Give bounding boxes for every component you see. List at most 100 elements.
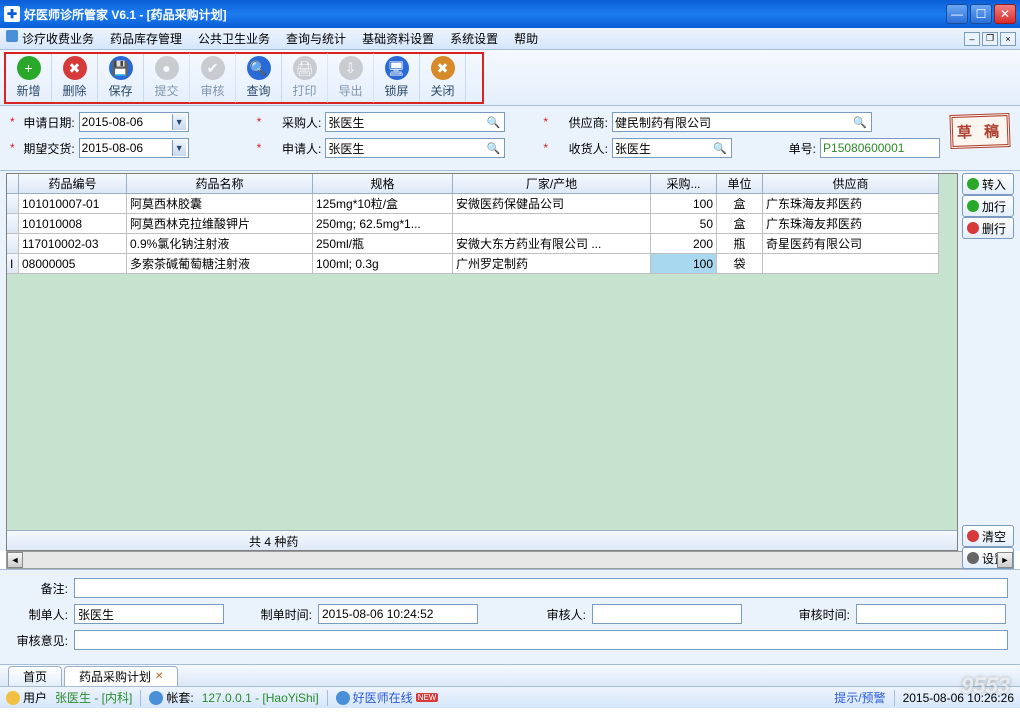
grid-footer: 共 4 种药 bbox=[7, 530, 957, 550]
toolbar-审核: ✔审核 bbox=[190, 53, 236, 103]
toolbar-打印: 🖨打印 bbox=[282, 53, 328, 103]
mdi-close-button[interactable]: × bbox=[1000, 32, 1016, 46]
tab-home[interactable]: 首页 bbox=[8, 666, 62, 686]
mdi-restore-button[interactable]: ❐ bbox=[982, 32, 998, 46]
grid-summary: 共 4 种药 bbox=[247, 531, 300, 550]
side-icon bbox=[967, 222, 979, 234]
table-row[interactable]: 101010008阿莫西林克拉维酸钾片250mg; 62.5mg*1...50盒… bbox=[7, 214, 957, 234]
lookup-icon: 🔍 bbox=[711, 142, 729, 155]
toolbar-icon: ✖ bbox=[431, 56, 455, 80]
table-row[interactable]: 101010007-01阿莫西林胶囊125mg*10粒/盒安微医药保健品公司10… bbox=[7, 194, 957, 214]
apply-date-combo[interactable]: 2015-08-06▼ bbox=[79, 112, 189, 132]
window-title: 好医师诊所管家 V6.1 - [药品采购计划] bbox=[24, 6, 946, 23]
lookup-icon: 🔍 bbox=[851, 116, 869, 129]
orderno-field[interactable]: P15080600001 bbox=[820, 138, 940, 158]
menubar: 诊疗收费业务 药品库存管理 公共卫生业务 查询与统计 基础资料设置 系统设置 帮… bbox=[0, 28, 1020, 50]
side-转入[interactable]: 转入 bbox=[962, 173, 1014, 195]
menu-item[interactable]: 系统设置 bbox=[442, 28, 506, 49]
side-加行[interactable]: 加行 bbox=[962, 195, 1014, 217]
table-row[interactable]: 117010002-030.9%氯化钠注射液250ml/瓶安微大东方药业有限公司… bbox=[7, 234, 957, 254]
bottom-form: 备注: 制单人: 张医生 制单时间: 2015-08-06 10:24:52 审… bbox=[0, 569, 1020, 664]
menu-item[interactable]: 帮助 bbox=[506, 28, 546, 49]
creator-label: 制单人: bbox=[12, 606, 68, 623]
toolbar-关闭[interactable]: ✖关闭 bbox=[420, 53, 466, 103]
table-row[interactable]: I08000005多索茶碱葡萄糖注射液100ml; 0.3g广州罗定制药100袋 bbox=[7, 254, 957, 274]
user-icon bbox=[6, 691, 20, 705]
auditor-label: 审核人: bbox=[530, 606, 586, 623]
menu-item[interactable]: 基础资料设置 bbox=[354, 28, 442, 49]
menu-item[interactable]: 诊疗收费业务 bbox=[4, 28, 102, 49]
toolbar-icon: 🖨 bbox=[293, 56, 317, 80]
toolbar-提交: ●提交 bbox=[144, 53, 190, 103]
close-button[interactable]: ✕ bbox=[994, 4, 1016, 24]
scroll-right-button[interactable]: ► bbox=[997, 552, 1013, 568]
lookup-icon: 🔍 bbox=[485, 142, 503, 155]
tab-close-icon[interactable]: ✕ bbox=[155, 671, 163, 682]
menu-item[interactable]: 查询与统计 bbox=[278, 28, 354, 49]
minimize-button[interactable]: — bbox=[946, 4, 968, 24]
expect-combo[interactable]: 2015-08-06▼ bbox=[79, 138, 189, 158]
remark-input[interactable] bbox=[74, 578, 1008, 598]
side-清空[interactable]: 清空 bbox=[962, 525, 1014, 547]
data-grid[interactable]: 药品编号 药品名称 规格 厂家/产地 采购... 单位 供应商 10101000… bbox=[6, 173, 958, 551]
status-bar: 用户 张医生 - [内科] 帐套: 127.0.0.1 - [HaoYiShi]… bbox=[0, 686, 1020, 708]
toolbar-icon: + bbox=[17, 56, 41, 80]
toolbar-新增[interactable]: +新增 bbox=[6, 53, 52, 103]
alert-link[interactable]: 提示/预警 bbox=[834, 689, 885, 706]
toolbar-icon: 🔍 bbox=[247, 56, 271, 80]
toolbar-锁屏[interactable]: 🖥锁屏 bbox=[374, 53, 420, 103]
opinion-label: 审核意见: bbox=[12, 632, 68, 649]
dropdown-icon: ▼ bbox=[172, 140, 186, 156]
expect-label: 期望交货: bbox=[19, 140, 75, 157]
orderno-label: 单号: bbox=[760, 140, 816, 157]
toolbar-icon: 💾 bbox=[109, 56, 133, 80]
mdi-minimize-button[interactable]: – bbox=[964, 32, 980, 46]
receiver-label: 收货人: bbox=[552, 140, 608, 157]
side-icon bbox=[967, 178, 979, 190]
receiver-combo[interactable]: 张医生🔍 bbox=[612, 138, 732, 158]
menu-item[interactable]: 药品库存管理 bbox=[102, 28, 190, 49]
tabs-bar: 首页 药品采购计划✕ bbox=[0, 664, 1020, 686]
toolbar-icon: 🖥 bbox=[385, 56, 409, 80]
supplier-label: 供应商: bbox=[552, 114, 608, 131]
tab-purchase-plan[interactable]: 药品采购计划✕ bbox=[64, 666, 178, 686]
remark-label: 备注: bbox=[12, 580, 68, 597]
toolbar-icon: ● bbox=[155, 56, 179, 80]
toolbar-保存[interactable]: 💾保存 bbox=[98, 53, 144, 103]
maximize-button[interactable]: ☐ bbox=[970, 4, 992, 24]
titlebar: ✚ 好医师诊所管家 V6.1 - [药品采购计划] — ☐ ✕ bbox=[0, 0, 1020, 28]
draft-stamp: 草 稿 bbox=[949, 113, 1010, 149]
online-link[interactable]: 好医师在线NEW bbox=[336, 689, 439, 706]
toolbar: +新增✖删除💾保存●提交✔审核🔍查询🖨打印⇩导出🖥锁屏✖关闭 bbox=[0, 50, 1020, 106]
applicant-label: 申请人: bbox=[265, 140, 321, 157]
side-buttons: 转入加行删行 清空设置 bbox=[958, 173, 1014, 551]
create-time-label: 制单时间: bbox=[256, 606, 312, 623]
supplier-combo[interactable]: 健民制药有限公司🔍 bbox=[612, 112, 872, 132]
creator-input[interactable]: 张医生 bbox=[74, 604, 224, 624]
toolbar-导出: ⇩导出 bbox=[328, 53, 374, 103]
create-time-input[interactable]: 2015-08-06 10:24:52 bbox=[318, 604, 478, 624]
dropdown-icon: ▼ bbox=[172, 114, 186, 130]
toolbar-icon: ⇩ bbox=[339, 56, 363, 80]
applicant-combo[interactable]: 张医生🔍 bbox=[325, 138, 505, 158]
buyer-label: 采购人: bbox=[265, 114, 321, 131]
menu-item[interactable]: 公共卫生业务 bbox=[190, 28, 278, 49]
side-删行[interactable]: 删行 bbox=[962, 217, 1014, 239]
grid-header: 药品编号 药品名称 规格 厂家/产地 采购... 单位 供应商 bbox=[7, 174, 957, 194]
scroll-left-button[interactable]: ◄ bbox=[7, 552, 23, 568]
lookup-icon: 🔍 bbox=[485, 116, 503, 129]
buyer-combo[interactable]: 张医生🔍 bbox=[325, 112, 505, 132]
side-icon bbox=[967, 552, 979, 564]
opinion-input[interactable] bbox=[74, 630, 1008, 650]
horizontal-scrollbar[interactable]: ◄ ► bbox=[6, 551, 1014, 569]
toolbar-icon: ✔ bbox=[201, 56, 225, 80]
globe-icon bbox=[336, 691, 350, 705]
toolbar-删除[interactable]: ✖删除 bbox=[52, 53, 98, 103]
app-icon: ✚ bbox=[4, 6, 20, 22]
auditor-input[interactable] bbox=[592, 604, 742, 624]
audit-time-label: 审核时间: bbox=[794, 606, 850, 623]
toolbar-查询[interactable]: 🔍查询 bbox=[236, 53, 282, 103]
account-icon bbox=[149, 691, 163, 705]
audit-time-input[interactable] bbox=[856, 604, 1006, 624]
form-area: 草 稿 *申请日期: 2015-08-06▼ *采购人: 张医生🔍 *供应商: … bbox=[0, 106, 1020, 171]
